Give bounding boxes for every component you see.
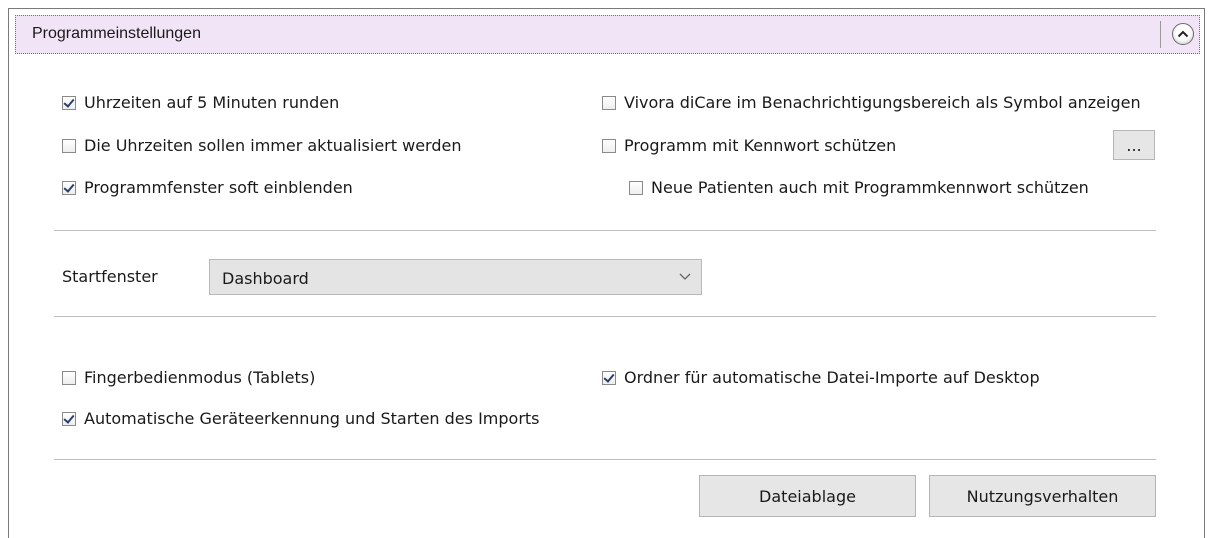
checkbox-finger-mode[interactable] [62, 370, 76, 385]
option-round-times[interactable]: Uhrzeiten auf 5 Minuten runden [62, 93, 339, 112]
option-soft-fade[interactable]: Programmfenster soft einblenden [62, 178, 353, 197]
header-divider [1160, 21, 1161, 48]
option-auto-device-detect-label: Automatische Geräteerkennung und Starten… [84, 409, 540, 428]
section-divider [54, 459, 1156, 460]
option-password-protect[interactable]: Programm mit Kennwort schützen [602, 136, 896, 155]
checkbox-new-patients-password[interactable] [629, 180, 643, 195]
option-finger-mode[interactable]: Fingerbedienmodus (Tablets) [62, 368, 315, 387]
checkbox-auto-device-detect[interactable] [62, 411, 76, 426]
checkbox-soft-fade[interactable] [62, 180, 76, 195]
panel-title: Programmeinstellungen [32, 25, 201, 42]
option-new-patients-password[interactable]: Neue Patienten auch mit Programmkennwort… [629, 178, 1089, 197]
section-divider [54, 230, 1156, 231]
option-auto-import-folder[interactable]: Ordner für automatische Datei-Importe au… [602, 368, 1040, 387]
checkbox-tray-icon[interactable] [602, 95, 616, 110]
checkbox-password-protect[interactable] [602, 138, 616, 153]
option-update-times-label: Die Uhrzeiten sollen immer aktualisiert … [84, 136, 462, 155]
option-tray-icon[interactable]: Vivora diCare im Benachrichtigungsbereic… [602, 93, 1141, 112]
startfenster-value: Dashboard [222, 269, 309, 288]
option-auto-device-detect[interactable]: Automatische Geräteerkennung und Starten… [62, 409, 540, 428]
collapse-button[interactable] [1172, 23, 1194, 45]
password-settings-button[interactable]: ... [1113, 130, 1155, 160]
checkbox-update-times[interactable] [62, 138, 76, 153]
option-password-protect-label: Programm mit Kennwort schützen [624, 136, 897, 155]
option-round-times-label: Uhrzeiten auf 5 Minuten runden [84, 93, 340, 112]
checkbox-round-times[interactable] [62, 95, 76, 110]
option-tray-icon-label: Vivora diCare im Benachrichtigungsbereic… [624, 93, 1141, 112]
option-soft-fade-label: Programmfenster soft einblenden [84, 178, 353, 197]
option-auto-import-folder-label: Ordner für automatische Datei-Importe au… [624, 368, 1040, 387]
file-storage-button[interactable]: Dateiablage [699, 475, 916, 517]
section-divider [54, 316, 1156, 317]
option-finger-mode-label: Fingerbedienmodus (Tablets) [84, 368, 316, 387]
option-new-patients-password-label: Neue Patienten auch mit Programmkennwort… [651, 178, 1089, 197]
startfenster-select[interactable]: Dashboard [209, 259, 702, 295]
usage-behavior-button[interactable]: Nutzungsverhalten [929, 475, 1156, 517]
checkbox-auto-import-folder[interactable] [602, 370, 616, 385]
startfenster-label: Startfenster [62, 267, 158, 286]
chevron-down-icon [679, 273, 691, 280]
chevron-up-icon [1177, 30, 1189, 38]
panel-header[interactable]: Programmeinstellungen [15, 15, 1200, 54]
option-update-times[interactable]: Die Uhrzeiten sollen immer aktualisiert … [62, 136, 461, 155]
